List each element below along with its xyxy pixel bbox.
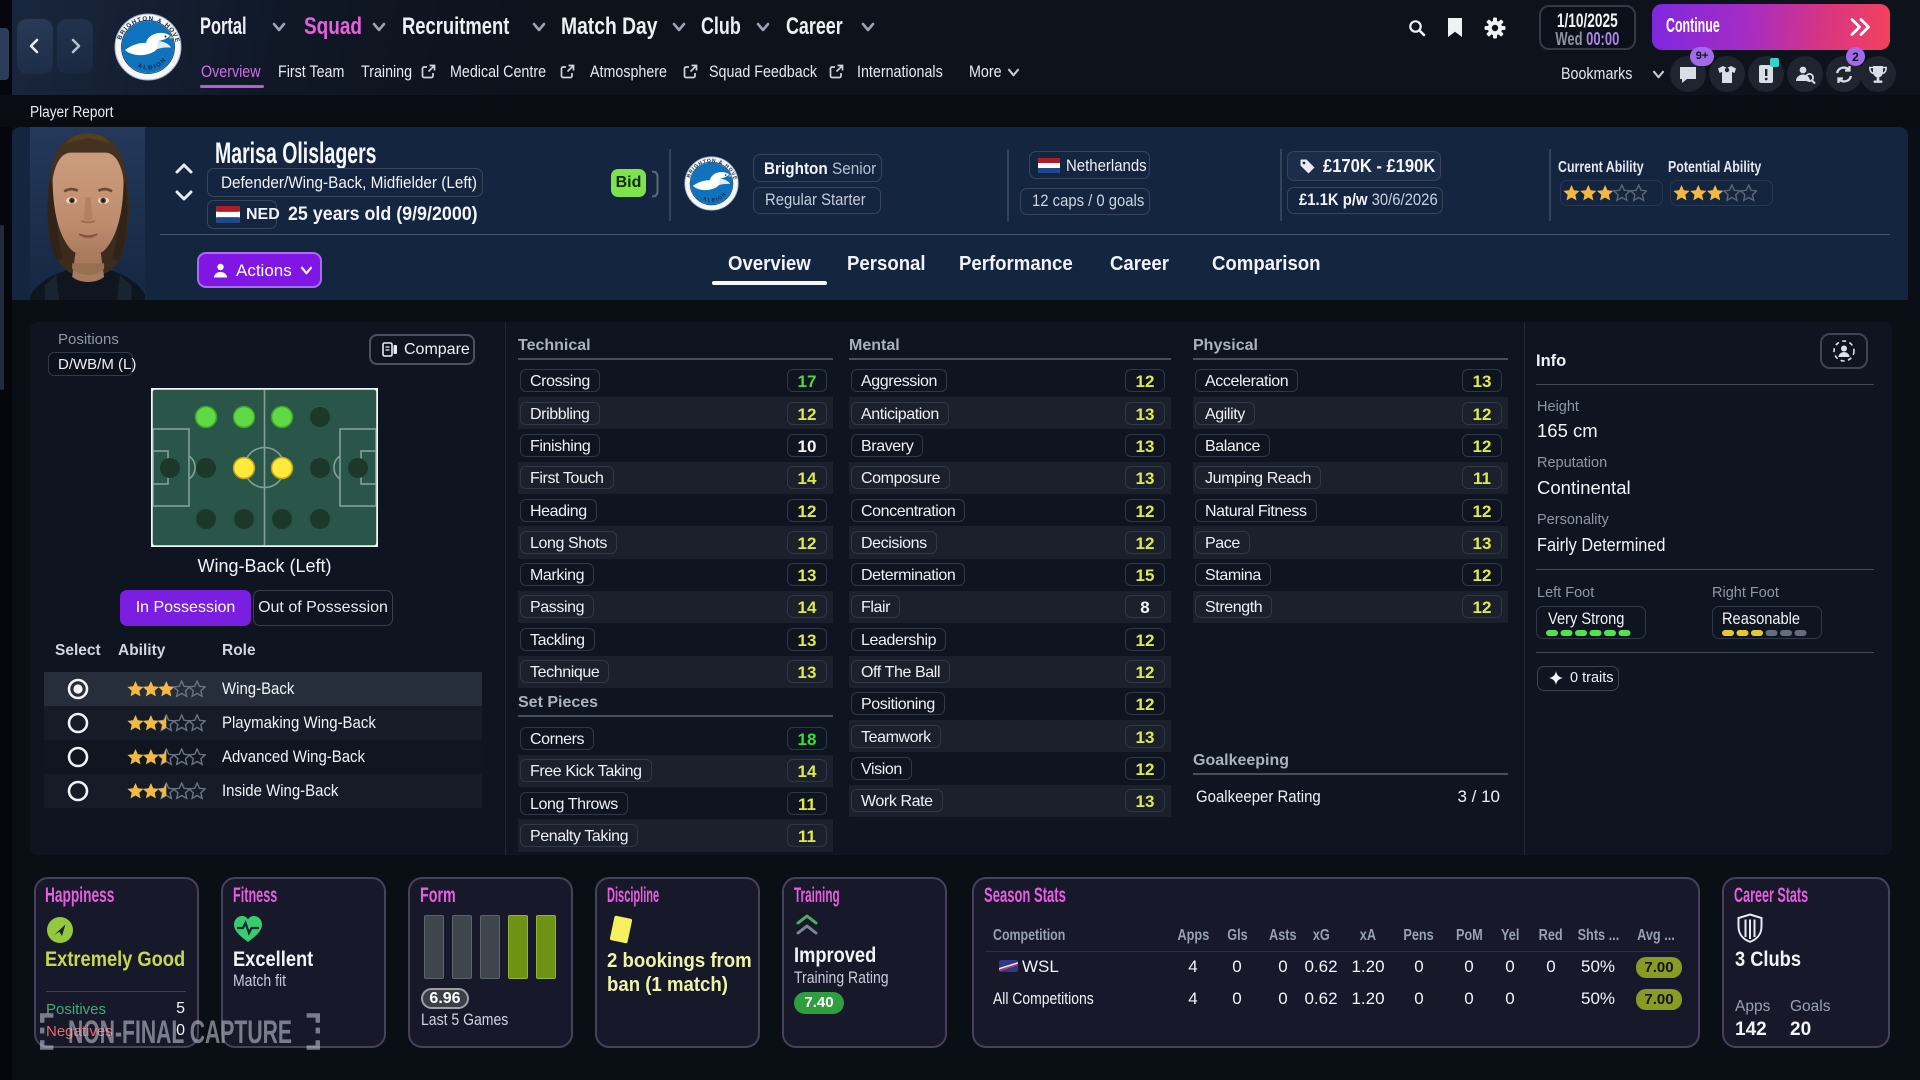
svg-text:NON-FINAL CAPTURE: NON-FINAL CAPTURE bbox=[68, 1014, 292, 1050]
